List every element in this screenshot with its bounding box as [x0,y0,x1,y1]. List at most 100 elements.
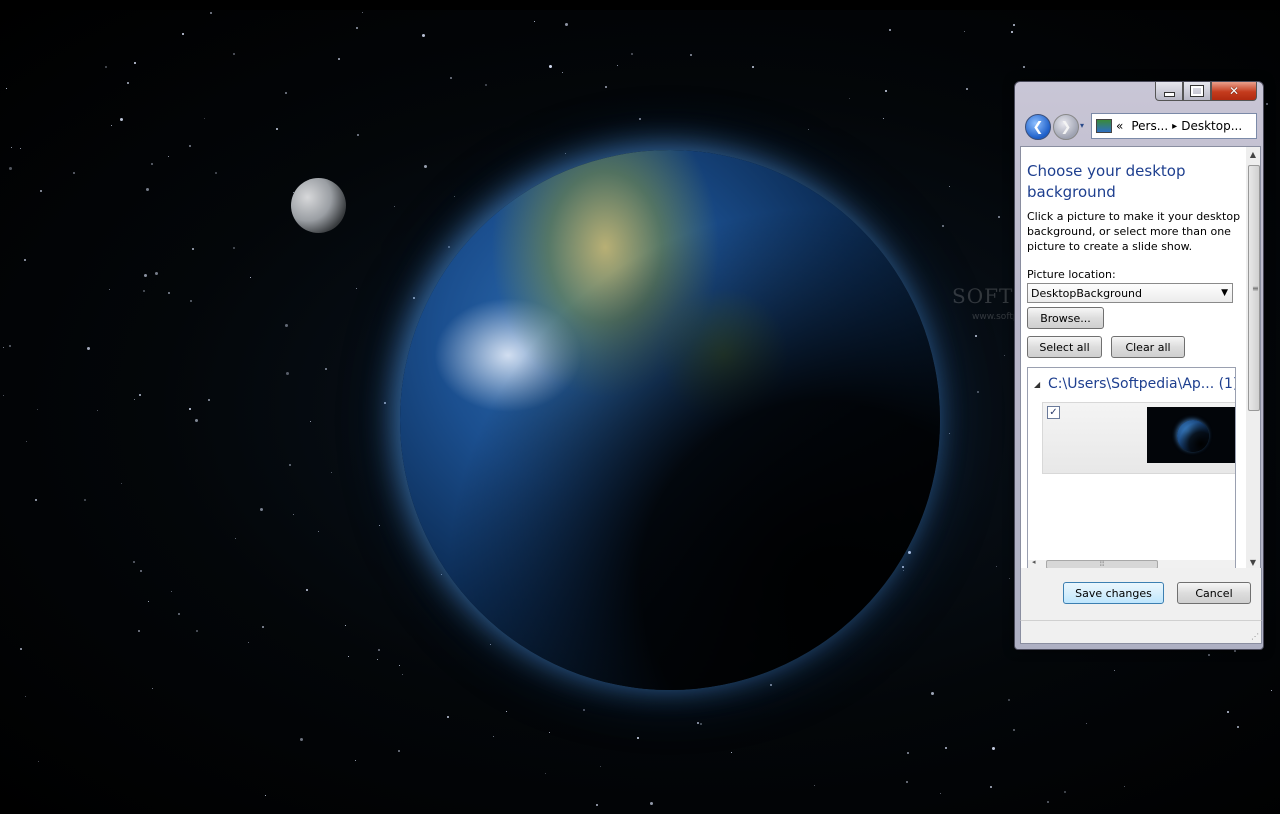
scroll-up-icon[interactable]: ▲ [1246,147,1260,161]
content-pane: Choose your desktop background Click a p… [1020,146,1248,570]
star [35,499,37,501]
star [949,433,950,434]
clear-all-button[interactable]: Clear all [1111,336,1185,358]
star [97,410,98,411]
maximize-button[interactable] [1183,82,1211,101]
star [84,499,86,501]
star [318,531,319,532]
star [9,345,11,347]
resize-grip-icon[interactable]: ⋰ [1251,632,1259,641]
collapse-group-icon[interactable]: ◢ [1034,380,1040,389]
star [192,248,194,250]
minimize-button[interactable] [1155,82,1183,101]
star [178,613,180,615]
star [931,692,934,695]
star [1086,723,1087,724]
star [24,259,26,261]
star [285,92,287,94]
star [808,129,809,130]
star [6,88,7,89]
star [139,394,141,396]
star [377,659,378,660]
forward-button[interactable]: ❯ [1053,114,1079,140]
star [964,31,965,32]
vertical-scroll-thumb[interactable]: ≡ [1248,165,1260,411]
status-bar: ⋰ [1020,620,1262,644]
star [1227,711,1229,713]
star [356,27,358,29]
star [306,589,308,591]
star [196,630,198,632]
picture-thumbnail-item[interactable]: ✓ [1042,402,1235,474]
top-edge [0,0,1280,10]
star [940,793,941,794]
star [422,34,425,37]
star [235,538,236,539]
address-overflow-chevron[interactable]: « [1116,119,1123,133]
star [998,216,1000,218]
picture-location-select[interactable]: DesktopBackground ▼ [1027,283,1233,303]
picture-gallery: ◢ C:\Users\Softpedia\Ap... (1) ✓ ◂ ⦙⦙⦙ [1027,367,1236,569]
personalization-window: ✕ ❮ ❯ ▾ « Pers... ▸ Desktop... Choose yo… [1014,81,1264,650]
star [1008,699,1010,701]
star [127,82,129,84]
star [902,566,904,568]
vertical-scrollbar[interactable]: ▲ ≡ ▼ [1246,146,1261,570]
star [38,761,39,762]
star [189,408,191,410]
folder-group-label[interactable]: C:\Users\Softpedia\Ap... (1) [1048,376,1235,392]
thumbnail-checkbox[interactable]: ✓ [1047,406,1060,419]
scroll-left-icon[interactable]: ◂ [1032,558,1036,566]
star [331,472,332,473]
star [441,574,442,575]
star [1009,578,1010,579]
horizontal-scrollbar[interactable]: ◂ ⦙⦙⦙ [1028,558,1235,568]
star [356,288,357,289]
picture-location-value: DesktopBackground [1031,286,1142,300]
breadcrumb-personalization[interactable]: Pers... [1131,119,1168,133]
instructions-text: Click a picture to make it your desktop … [1027,210,1241,253]
star [233,247,235,249]
breadcrumb-desktop-background[interactable]: Desktop... [1181,119,1242,133]
star [605,86,607,88]
star [1023,66,1025,68]
close-button[interactable]: ✕ [1211,82,1257,101]
forward-arrow-icon: ❯ [1060,119,1072,135]
star [260,508,263,511]
recent-pages-dropdown-icon[interactable]: ▾ [1080,121,1084,130]
select-all-button[interactable]: Select all [1027,336,1102,358]
star [1011,31,1013,33]
star [168,292,170,294]
navigation-bar: ❮ ❯ ▾ « Pers... ▸ Desktop... [1023,113,1257,141]
star [182,33,184,35]
star [697,722,699,724]
star [942,225,944,227]
star [945,747,947,749]
star [362,12,363,13]
star [700,723,702,725]
star [1047,801,1049,803]
star [966,88,968,90]
star [146,188,149,191]
save-changes-button[interactable]: Save changes [1063,582,1164,604]
star [493,736,494,737]
earth-thumbnail-image [1147,407,1235,463]
cancel-button[interactable]: Cancel [1177,582,1251,604]
star [534,21,535,22]
browse-button[interactable]: Browse... [1027,307,1104,329]
star [286,372,289,375]
star [399,665,400,666]
back-button[interactable]: ❮ [1025,114,1051,140]
caption-buttons: ✕ [1155,82,1257,101]
star [87,347,90,350]
star [379,525,380,526]
earth-image [400,150,940,690]
breadcrumb-separator-icon[interactable]: ▸ [1172,121,1177,132]
star [3,395,4,396]
star [285,324,288,327]
address-bar[interactable]: « Pers... ▸ Desktop... [1091,113,1257,139]
star [300,738,303,741]
star [338,58,340,60]
star [73,172,75,174]
scroll-down-icon[interactable]: ▼ [1246,555,1260,569]
